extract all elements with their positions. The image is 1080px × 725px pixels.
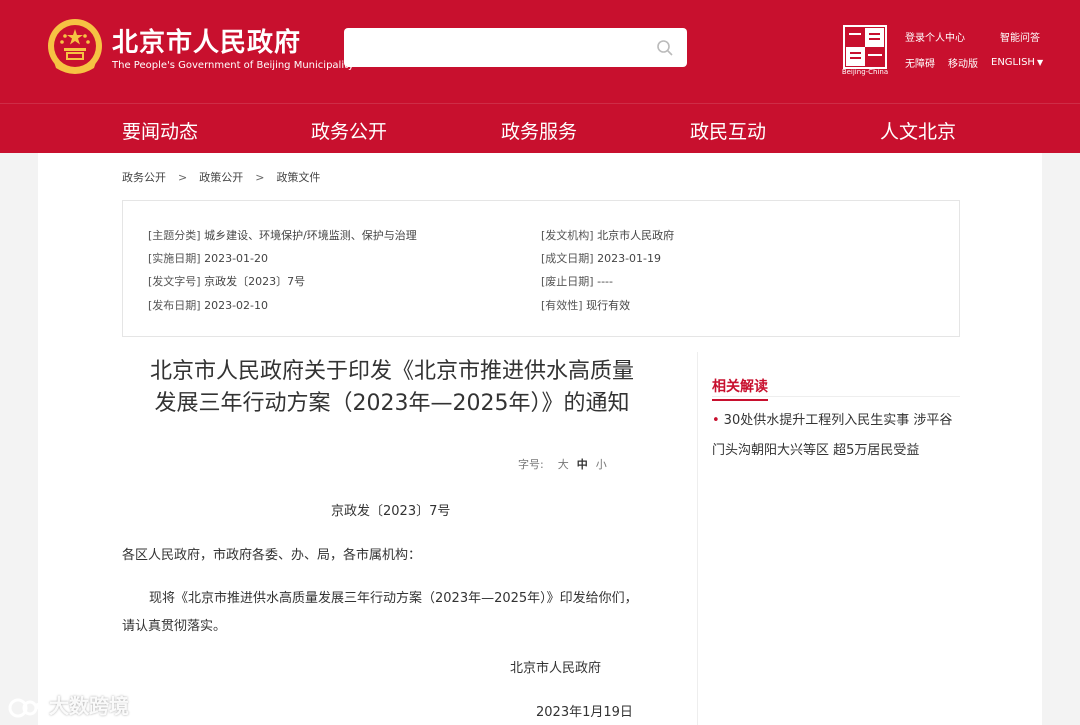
english-label: ENGLISH <box>991 57 1035 68</box>
smart-qa-link[interactable]: 智能问答 <box>1000 29 1040 44</box>
nav-item-interaction[interactable]: 政民互动 <box>690 117 766 144</box>
bullet-icon: • <box>712 413 720 428</box>
sidebar-divider <box>712 396 960 397</box>
breadcrumb-separator: > <box>255 171 265 184</box>
accessibility-link[interactable]: 无障碍 <box>905 55 935 70</box>
doc-body-line: 现将《北京市推进供水高质量发展三年行动方案（2023年—2025年）》印发给你们… <box>149 591 638 606</box>
article-title: 北京市人民政府关于印发《北京市推进供水高质量 发展三年行动方案（2023年—20… <box>122 356 662 420</box>
national-emblem-icon[interactable] <box>46 16 104 78</box>
nav-item-culture[interactable]: 人文北京 <box>880 117 956 144</box>
breadcrumb-item[interactable]: 政策公开 <box>199 171 243 184</box>
logo-caption: Beijing-China <box>841 68 889 76</box>
login-link[interactable]: 登录个人中心 <box>905 29 965 44</box>
doc-signature: 北京市人民政府 <box>510 661 602 676</box>
nav-item-gov-services[interactable]: 政务服务 <box>501 117 577 144</box>
site-subtitle: The People's Government of Beijing Munic… <box>112 60 354 71</box>
watermark: 大数跨境 <box>8 690 129 720</box>
caret-down-icon: ▼ <box>1036 58 1044 67</box>
document-meta-box <box>122 200 960 337</box>
doc-number: 京政发〔2023〕7号 <box>331 504 451 519</box>
font-size-label: 字号: <box>518 458 544 471</box>
watermark-logo-icon <box>8 698 41 717</box>
font-size-medium-button[interactable]: 中 <box>577 458 588 471</box>
meta-publish-date: [发布日期] 2023-02-10 <box>148 299 269 312</box>
nav-item-gov-affairs-open[interactable]: 政务公开 <box>311 117 387 144</box>
site-title[interactable]: 北京市人民政府 <box>112 22 301 59</box>
related-interpretation-link[interactable]: • 30处供水提升工程列入民生实事 涉平谷门头沟朝阳大兴等区 超5万居民受益 <box>712 406 964 466</box>
meta-effective-date: [实施日期] 2023-01-20 <box>148 252 269 265</box>
english-link[interactable]: ENGLISH ▼ <box>991 57 1043 68</box>
meta-validity: [有效性] 现行有效 <box>541 299 631 312</box>
meta-issuer: [发文机构] 北京市人民政府 <box>541 229 675 242</box>
breadcrumb-item[interactable]: 政务公开 <box>122 171 166 184</box>
font-size-small-button[interactable]: 小 <box>596 458 607 471</box>
related-interpretation-title: 相关解读 <box>712 376 768 401</box>
watermark-text: 大数跨境 <box>48 694 129 718</box>
article-title-line: 发展三年行动方案（2023年—2025年）》的通知 <box>154 391 630 416</box>
font-size-control: 字号: 大中小 <box>518 456 607 472</box>
site-header: 北京市人民政府 The People's Government of Beiji… <box>0 0 1080 103</box>
search-input[interactable] <box>344 28 644 67</box>
doc-body-line: 请认真贯彻落实。 <box>122 619 227 634</box>
article-title-line: 北京市人民政府关于印发《北京市推进供水高质量 <box>149 359 634 384</box>
meta-abolish-date: [废止日期] ---- <box>541 275 613 288</box>
column-divider <box>697 352 698 725</box>
meta-written-date: [成文日期] 2023-01-19 <box>541 252 662 265</box>
breadcrumb-separator: > <box>178 171 188 184</box>
breadcrumb-item[interactable]: 政策文件 <box>276 171 320 184</box>
nav-item-news[interactable]: 要闻动态 <box>122 117 198 144</box>
search-box <box>344 28 687 67</box>
mobile-link[interactable]: 移动版 <box>948 55 978 70</box>
meta-doc-number: [发文字号] 京政发〔2023〕7号 <box>148 275 306 288</box>
doc-date: 2023年1月19日 <box>536 705 633 720</box>
main-nav: 要闻动态 政务公开 政务服务 政民互动 人文北京 <box>0 103 1080 153</box>
doc-salutation: 各区人民政府，市政府各委、办、局，各市属机构： <box>122 548 422 563</box>
related-link-text: 30处供水提升工程列入民生实事 涉平谷门头沟朝阳大兴等区 超5万居民受益 <box>712 413 953 458</box>
search-icon[interactable] <box>656 39 674 57</box>
breadcrumb: 政务公开 > 政策公开 > 政策文件 <box>122 169 320 185</box>
meta-topic: [主题分类] 城乡建设、环境保护/环境监测、保护与治理 <box>148 229 417 242</box>
font-size-large-button[interactable]: 大 <box>558 458 569 471</box>
